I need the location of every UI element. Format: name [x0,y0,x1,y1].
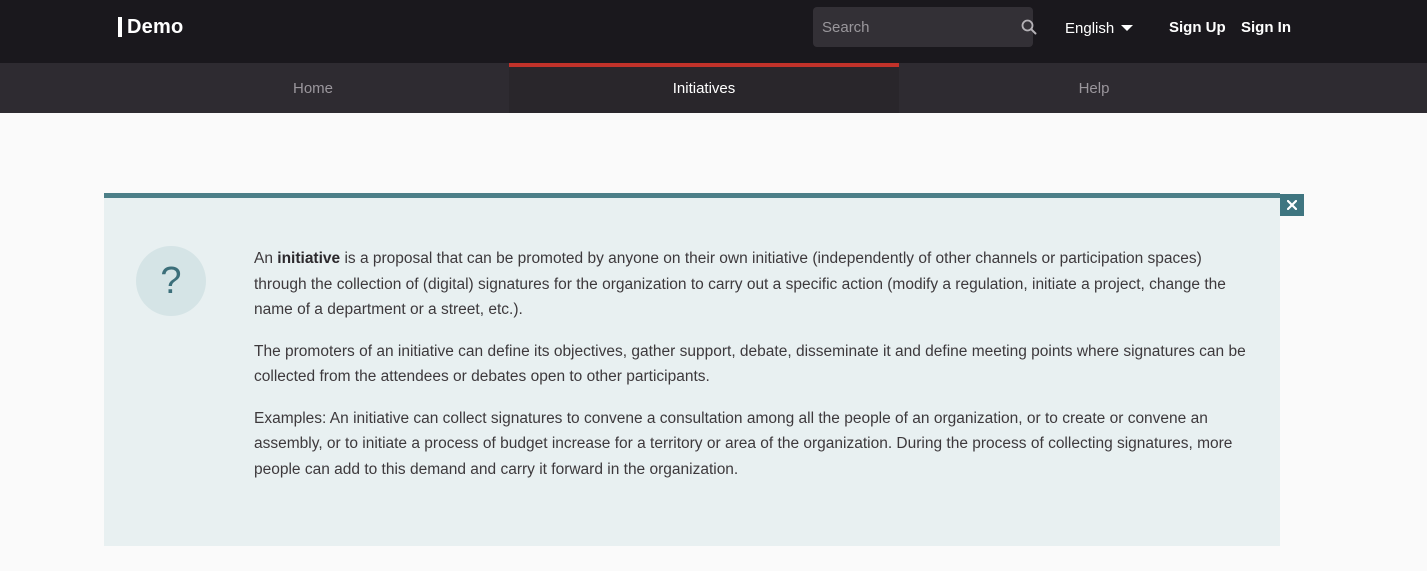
callout-paragraph-examples: Examples: An initiative can collect sign… [254,409,1233,478]
logo-link[interactable]: Demo [118,16,183,38]
nav-tab-label: Home [292,79,333,97]
language-label: English [1065,19,1115,37]
main-navigation: Home Initiatives Help [0,63,1427,113]
caret-down-icon [1121,25,1134,31]
sign-in-link[interactable]: Sign In [1241,17,1291,39]
text-fragment: is a proposal that can be promoted by an… [254,250,1226,318]
nav-tab-label: Initiatives [672,79,736,97]
question-mark-icon: ? [136,246,206,316]
callout-paragraph-definition: An initiative is a proposal that can be … [254,246,1254,323]
search-button[interactable] [1021,7,1037,47]
nav-tab-help[interactable]: Help [899,63,1289,113]
close-icon [1287,200,1297,210]
question-mark-glyph: ? [160,259,182,302]
sign-up-link[interactable]: Sign Up [1169,17,1226,39]
search-input[interactable] [813,7,1021,47]
logo-text: Demo [127,15,184,38]
text-fragment: An [254,250,278,267]
nav-tab-initiatives[interactable]: Initiatives [509,63,899,113]
language-selector[interactable]: English [1065,17,1134,39]
close-callout-button[interactable] [1280,194,1304,216]
callout-body: An initiative is a proposal that can be … [254,246,1254,498]
callout-paragraph-promoters: The promoters of an initiative can defin… [254,342,1246,386]
search-icon [1021,19,1037,35]
nav-tab-home[interactable]: Home [118,63,508,113]
nav-tab-label: Help [1078,79,1110,97]
top-bar: Demo English Sign Up Sign In [0,0,1427,63]
search-box [813,7,1037,47]
logo-mark [118,17,122,37]
initiative-term: initiative [277,250,341,267]
